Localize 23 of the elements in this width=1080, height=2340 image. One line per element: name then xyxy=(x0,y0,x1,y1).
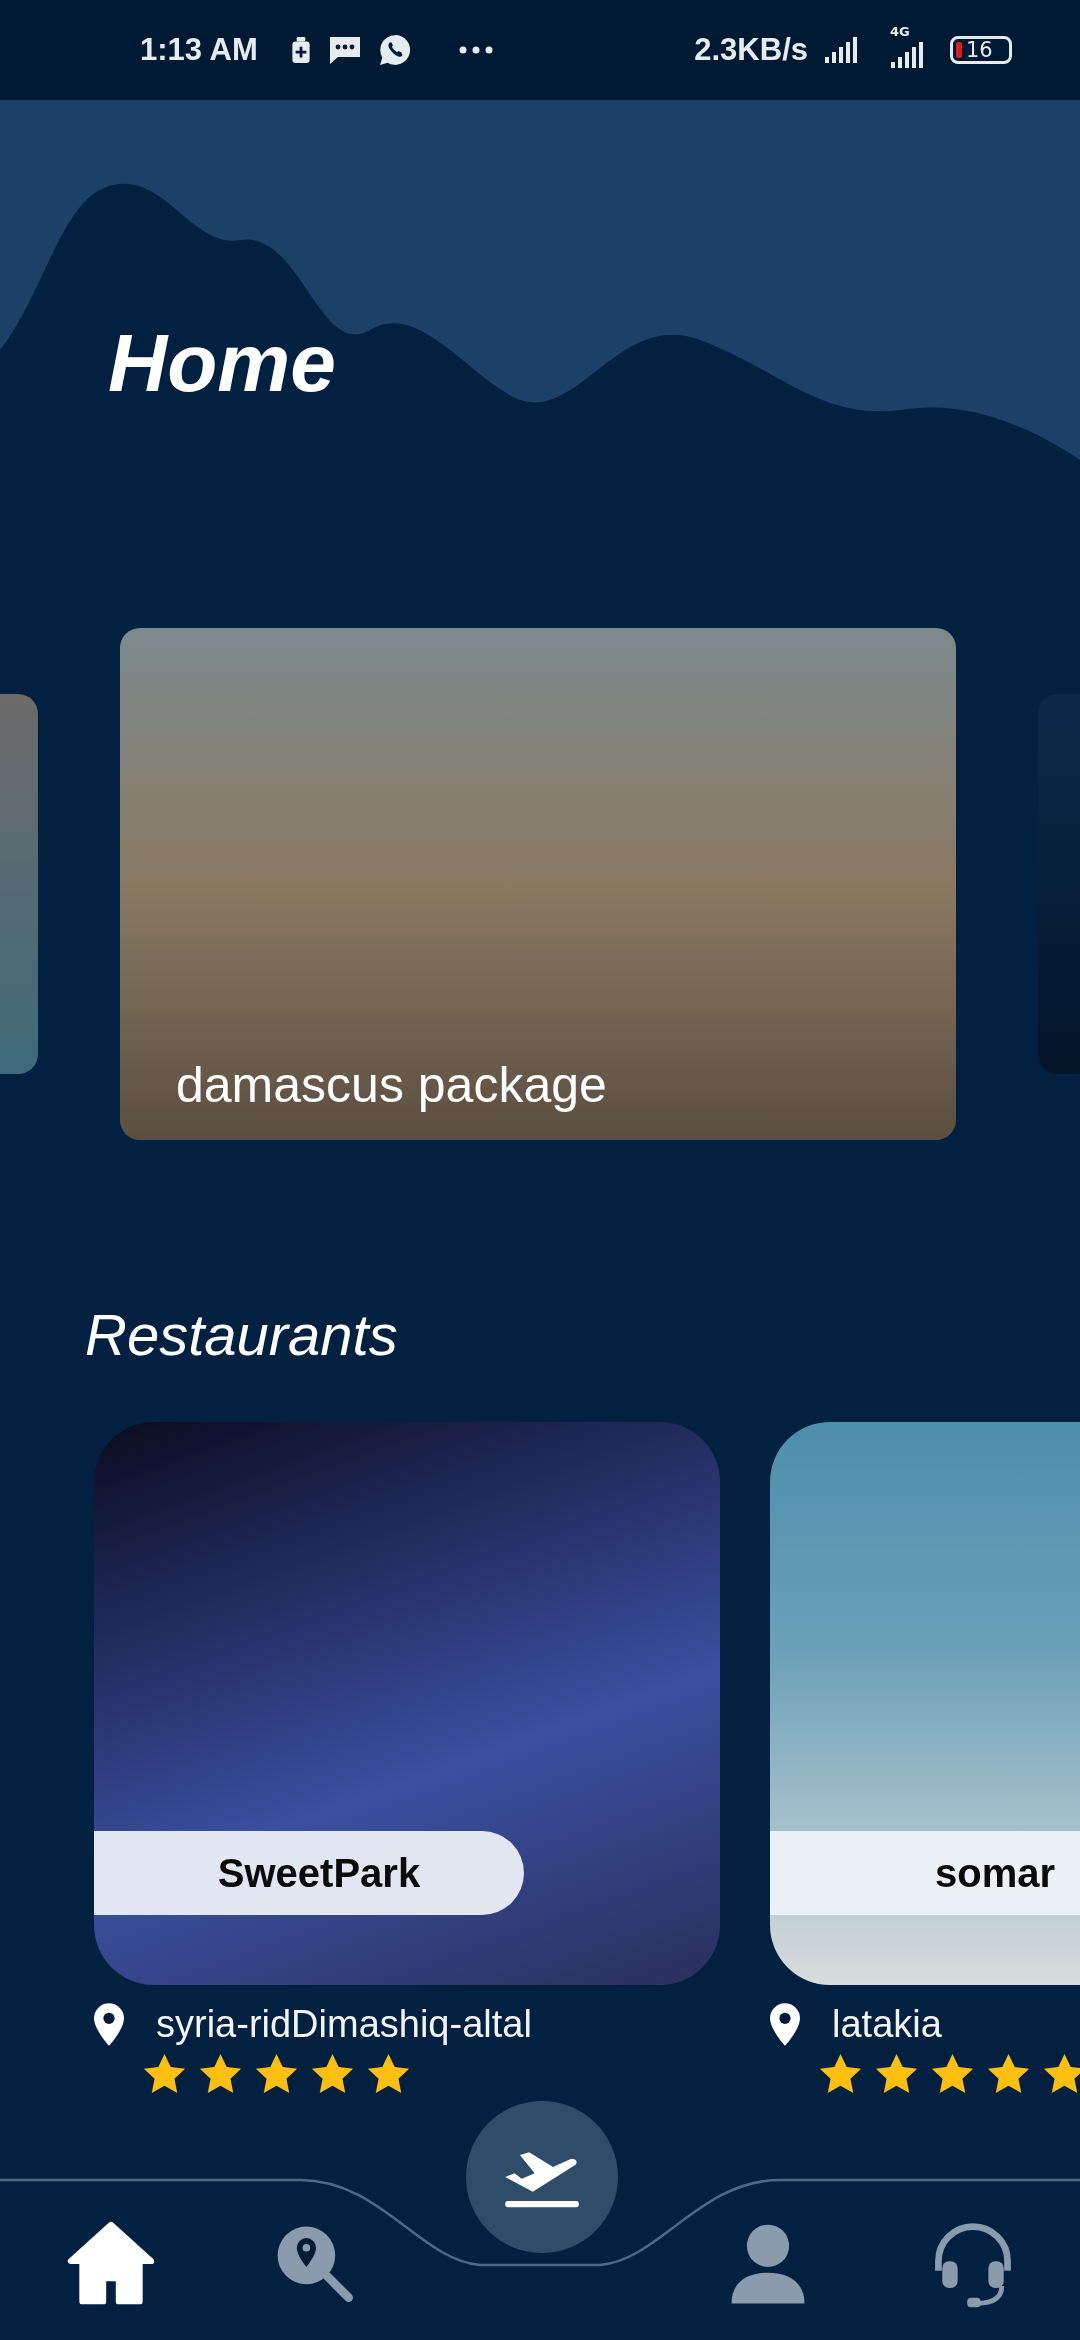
battery-saver-icon xyxy=(289,36,312,64)
restaurant-name: SweetPark xyxy=(94,1831,524,1915)
message-icon xyxy=(327,35,362,65)
restaurant-card[interactable]: SweetPark xyxy=(94,1422,720,1985)
restaurant-card[interactable]: somar xyxy=(770,1422,1080,1985)
battery-fill xyxy=(956,42,962,58)
location-pin-icon xyxy=(770,2003,800,2046)
more-icon xyxy=(457,45,494,55)
package-card[interactable]: damascus package xyxy=(120,628,956,1140)
status-time: 1:13 AM xyxy=(140,32,258,68)
location-pin-icon xyxy=(94,2003,124,2046)
signal-icon xyxy=(824,37,858,63)
restaurant-name: somar xyxy=(770,1831,1080,1915)
restaurant-location: syria-ridDimashiq-altal xyxy=(156,2003,532,2046)
restaurant-location: latakia xyxy=(832,2003,942,2046)
page-title: Home xyxy=(108,316,336,410)
section-title: Restaurants xyxy=(85,1301,399,1369)
network-type: 4G xyxy=(890,24,910,39)
battery-level: 16 xyxy=(966,39,993,61)
network-speed: 2.3KB/s xyxy=(694,32,808,68)
package-title: damascus package xyxy=(176,1056,607,1114)
signal-icon xyxy=(890,42,924,68)
chat-phone-icon xyxy=(377,33,412,67)
